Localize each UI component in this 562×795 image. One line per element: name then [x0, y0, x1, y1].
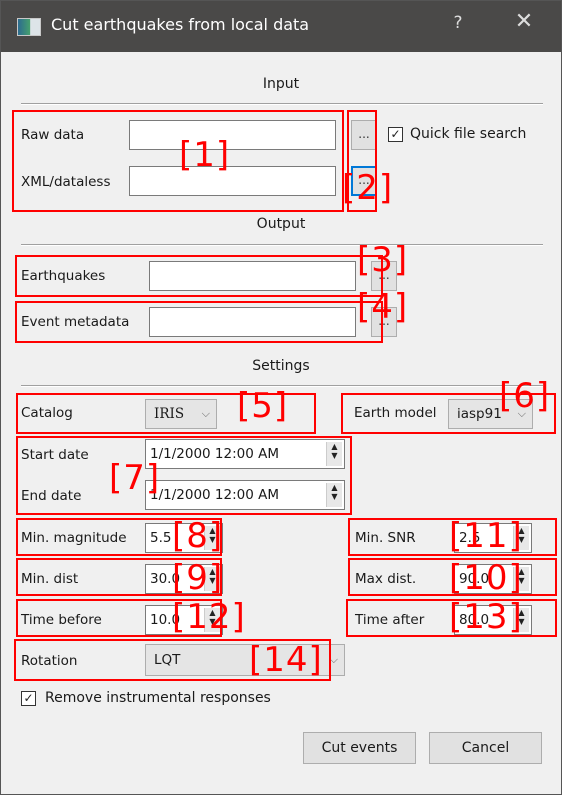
spin-up-icon: ▲	[209, 608, 216, 617]
cut-events-button[interactable]: Cut events	[303, 732, 416, 764]
event-metadata-input[interactable]	[149, 307, 356, 337]
spin-down-icon: ▼	[518, 535, 525, 544]
spin-down-icon: ▼	[518, 576, 525, 585]
window-title: Cut earthquakes from local data	[51, 15, 310, 34]
min-dist-input[interactable]: 30.0 ▲ ▼	[145, 564, 223, 594]
min-snr-value: 2.5	[459, 530, 481, 546]
end-date-value: 1/1/2000 12:00 AM	[150, 487, 280, 503]
min-dist-spin-arrows[interactable]: ▲ ▼	[204, 567, 220, 591]
divider	[21, 103, 543, 105]
xml-dataless-label: XML/dataless	[21, 174, 111, 190]
close-button[interactable]: ✕	[506, 9, 542, 34]
spin-up-icon: ▲	[209, 567, 216, 576]
section-title-input: Input	[262, 76, 300, 92]
time-after-input[interactable]: 80.0 ▲ ▼	[454, 605, 532, 635]
min-magnitude-spin-arrows[interactable]: ▲ ▼	[204, 526, 220, 550]
max-dist-label: Max dist.	[355, 571, 417, 587]
spin-down-icon: ▼	[209, 576, 216, 585]
spin-down-icon: ▼	[209, 535, 216, 544]
section-title-settings: Settings	[252, 358, 310, 374]
start-date-spin-arrows[interactable]: ▲ ▼	[326, 442, 342, 466]
time-before-input[interactable]: 10.0 ▲ ▼	[145, 605, 223, 635]
rotation-dropdown[interactable]: LQT ⌵	[145, 644, 345, 676]
spin-up-icon: ▲	[209, 526, 216, 535]
earthquakes-input[interactable]	[149, 261, 356, 291]
spin-up-icon: ▲	[331, 442, 338, 451]
min-dist-value: 30.0	[150, 571, 181, 587]
min-dist-label: Min. dist	[21, 571, 79, 587]
raw-data-input[interactable]	[129, 120, 336, 150]
min-snr-spin-arrows[interactable]: ▲ ▼	[513, 526, 529, 550]
start-date-label: Start date	[21, 447, 89, 463]
help-button[interactable]: ?	[446, 13, 470, 33]
end-date-spin-arrows[interactable]: ▲ ▼	[326, 483, 342, 507]
min-magnitude-input[interactable]: 5.5 ▲ ▼	[145, 523, 223, 553]
spin-up-icon: ▲	[518, 567, 525, 576]
raw-data-browse-button[interactable]: ...	[351, 120, 377, 150]
spin-down-icon: ▼	[209, 617, 216, 626]
rotation-label: Rotation	[21, 653, 78, 669]
dialog-window: Cut earthquakes from local data ? ✕ Inpu…	[0, 0, 562, 795]
start-date-value: 1/1/2000 12:00 AM	[150, 446, 280, 462]
time-before-value: 10.0	[150, 612, 181, 628]
time-after-value: 80.0	[459, 612, 490, 628]
spin-up-icon: ▲	[518, 608, 525, 617]
spin-down-icon: ▼	[331, 492, 338, 501]
chevron-down-icon: ⌵	[329, 653, 338, 666]
max-dist-input[interactable]: 90.0 ▲ ▼	[454, 564, 532, 594]
divider	[21, 244, 543, 246]
title-bar: Cut earthquakes from local data ? ✕	[1, 1, 561, 52]
quick-file-search-checkbox[interactable]: ✓	[388, 127, 403, 142]
min-snr-input[interactable]: 2.5 ▲ ▼	[454, 523, 532, 553]
event-metadata-label: Event metadata	[21, 314, 130, 330]
start-date-input[interactable]: 1/1/2000 12:00 AM ▲ ▼	[145, 439, 345, 469]
spin-down-icon: ▼	[331, 451, 338, 460]
time-before-spin-arrows[interactable]: ▲ ▼	[204, 608, 220, 632]
chevron-down-icon: ⌵	[201, 407, 210, 420]
max-dist-value: 90.0	[459, 571, 490, 587]
min-snr-label: Min. SNR	[355, 530, 416, 546]
divider	[21, 385, 543, 387]
earthquakes-browse-button[interactable]: ...	[371, 261, 397, 291]
earth-model-label: Earth model	[354, 405, 437, 421]
annotation-tag-5: [5]	[237, 386, 289, 426]
cancel-button[interactable]: Cancel	[429, 732, 542, 764]
end-date-label: End date	[21, 488, 82, 504]
earth-model-dropdown[interactable]: iasp91 ⌵	[448, 399, 533, 429]
catalog-value: IRIS	[154, 406, 185, 422]
min-magnitude-value: 5.5	[150, 530, 172, 546]
spin-up-icon: ▲	[518, 526, 525, 535]
xml-dataless-browse-button[interactable]: ...	[351, 166, 377, 196]
time-after-spin-arrows[interactable]: ▲ ▼	[513, 608, 529, 632]
remove-responses-label: Remove instrumental responses	[45, 690, 271, 706]
event-metadata-browse-button[interactable]: ...	[371, 307, 397, 337]
end-date-input[interactable]: 1/1/2000 12:00 AM ▲ ▼	[145, 480, 345, 510]
catalog-dropdown[interactable]: IRIS ⌵	[145, 399, 217, 429]
raw-data-label: Raw data	[21, 127, 85, 143]
chevron-down-icon: ⌵	[517, 407, 526, 420]
section-title-output: Output	[256, 216, 306, 232]
spin-up-icon: ▲	[331, 483, 338, 492]
earth-model-value: iasp91	[457, 406, 502, 422]
catalog-label: Catalog	[21, 405, 73, 421]
earthquakes-label: Earthquakes	[21, 268, 106, 284]
min-magnitude-label: Min. magnitude	[21, 530, 127, 546]
check-icon: ✓	[23, 691, 34, 705]
quick-file-search-label: Quick file search	[410, 126, 527, 142]
rotation-value: LQT	[154, 652, 181, 668]
app-icon	[17, 18, 41, 36]
remove-responses-checkbox[interactable]: ✓	[21, 691, 36, 706]
max-dist-spin-arrows[interactable]: ▲ ▼	[513, 567, 529, 591]
time-after-label: Time after	[355, 612, 425, 628]
xml-dataless-input[interactable]	[129, 166, 336, 196]
time-before-label: Time before	[21, 612, 102, 628]
spin-down-icon: ▼	[518, 617, 525, 626]
check-icon: ✓	[390, 127, 401, 141]
